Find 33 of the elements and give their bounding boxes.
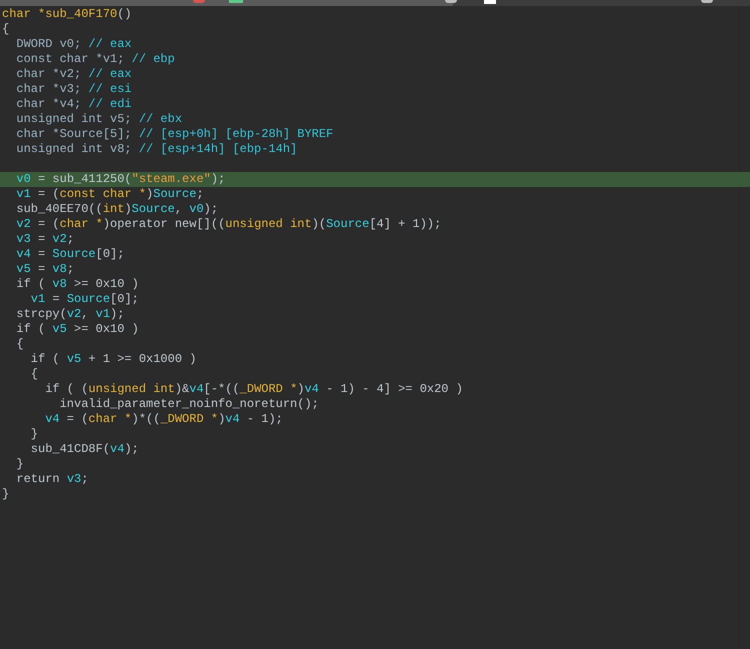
code-line: v2 = (char *)operator new[]((unsigned int)(Source[4] + 1)); [15, 217, 442, 232]
code-line: v1 = (const char *)Source; [15, 187, 205, 202]
code-line: if ( (unsigned int)&v4[-*((_DWORD *)v4 - 1) - 4] >= 0x20 ) [44, 382, 464, 397]
code-line: v4 = (char *)*((_DWORD *)v4 - 1); [44, 412, 284, 427]
code-line: v1 = Source[0]; [30, 292, 140, 307]
code-line: char *v4; // edi [15, 97, 133, 112]
code-line: invalid_parameter_noinfo_noreturn(); [58, 397, 320, 412]
code-line: sub_41CD8F(v4); [30, 442, 140, 457]
code-line: char *sub_40F170() [1, 7, 133, 22]
tab-icon[interactable] [701, 0, 713, 3]
code-line: DWORD v0; // eax [15, 37, 133, 52]
code-line: strcpy(v2, v1); [15, 307, 126, 322]
code-line: v4 = Source[0]; [15, 247, 126, 262]
code-line: if ( v8 >= 0x10 ) [15, 277, 140, 292]
code-line: return v3; [15, 472, 90, 487]
code-line: } [1, 487, 10, 502]
code-line: char *v2; // eax [15, 67, 133, 82]
code-line: char *Source[5]; // [esp+0h] [ebp-28h] BYREF [15, 127, 334, 142]
code-line: const char *v1; // ebp [15, 52, 176, 67]
code-line: v3 = v2; [15, 232, 76, 247]
code-line: if ( v5 + 1 >= 0x1000 ) [30, 352, 198, 367]
code-line: } [30, 427, 40, 442]
code-line: if ( v5 >= 0x10 ) [15, 322, 140, 337]
code-line: { [30, 367, 40, 382]
code-line: } [15, 457, 25, 472]
tab-icon[interactable] [445, 0, 457, 3]
code-line: { [1, 22, 10, 37]
code-line: unsigned int v8; // [esp+14h] [ebp-14h] [15, 142, 298, 157]
code-line: unsigned int v5; // ebx [15, 112, 184, 127]
code-line: sub_40EE70((int)Source, v0); [15, 202, 220, 217]
code-line: { [15, 337, 25, 352]
code-line: char *v3; // esi [15, 82, 133, 97]
code-line: v5 = v8; [15, 262, 76, 277]
